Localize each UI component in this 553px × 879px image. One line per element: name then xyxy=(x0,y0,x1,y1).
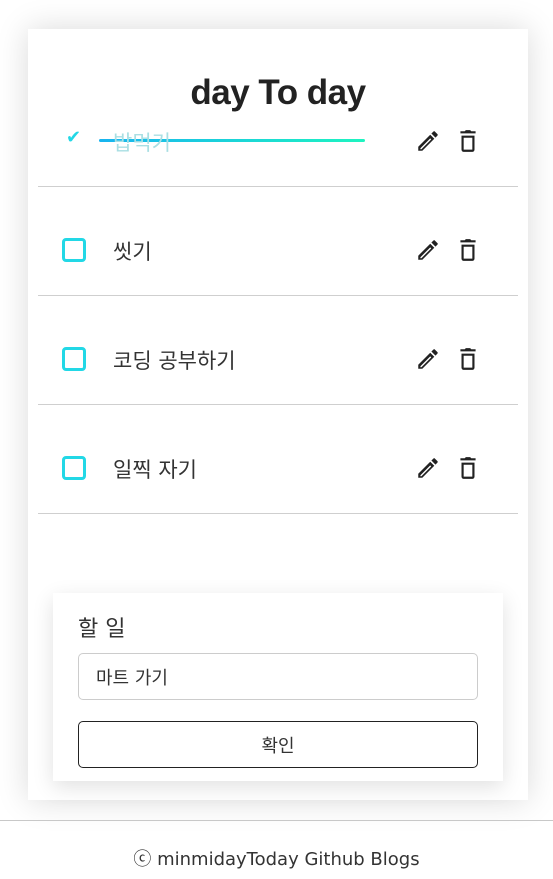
submit-button[interactable]: 확인 xyxy=(78,721,478,768)
edit-pencil-icon[interactable] xyxy=(415,128,441,154)
todo-label: 씻기 xyxy=(113,240,152,264)
delete-trash-icon[interactable] xyxy=(455,455,481,481)
edit-pencil-icon[interactable] xyxy=(415,237,441,263)
delete-trash-icon[interactable] xyxy=(455,346,481,372)
edit-pencil-icon[interactable] xyxy=(415,455,441,481)
todo-card: day To day ✔밥먹기 씻기 코딩 공부하기 일찍 자기 할 일 확인 xyxy=(28,29,528,800)
todo-item: 일찍 자기 xyxy=(38,405,518,514)
delete-trash-icon[interactable] xyxy=(455,128,481,154)
todo-item: 코딩 공부하기 xyxy=(38,296,518,405)
footer-divider xyxy=(0,820,553,821)
checkbox[interactable] xyxy=(62,456,86,480)
todo-item: ✔ 밥먹기 xyxy=(38,78,518,187)
edit-pencil-icon[interactable] xyxy=(415,346,441,372)
todo-item: 씻기 xyxy=(38,187,518,296)
checkbox[interactable] xyxy=(62,238,86,262)
checkbox[interactable] xyxy=(62,347,86,371)
form-label: 할 일 xyxy=(78,617,126,642)
footer-text: ⓒ minmidayToday Github Blogs xyxy=(133,849,420,870)
delete-trash-icon[interactable] xyxy=(455,237,481,263)
checked-checkbox[interactable]: ✔ xyxy=(66,127,81,148)
todo-label: 코딩 공부하기 xyxy=(113,349,236,373)
todo-input[interactable] xyxy=(78,653,478,700)
todo-label: 일찍 자기 xyxy=(113,458,197,482)
add-todo-form: 할 일 확인 xyxy=(53,593,503,781)
todo-label: 밥먹기 xyxy=(113,131,171,155)
